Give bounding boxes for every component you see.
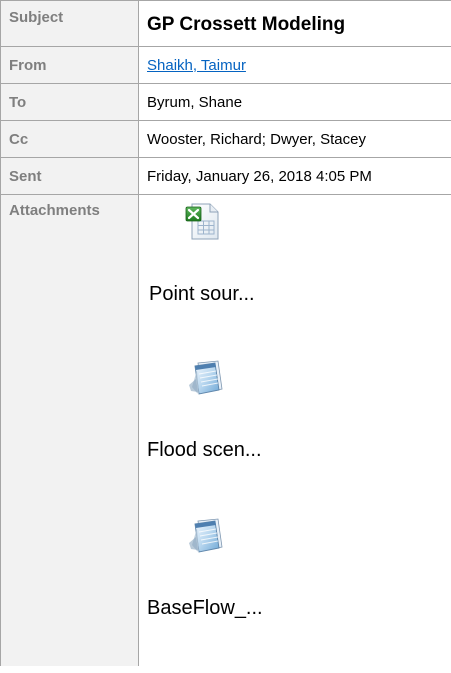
attachment-list: Point sour... Flood scen... BaseFlow_... xyxy=(140,196,451,666)
excel-file-icon[interactable] xyxy=(183,201,223,241)
attachments-row: Attachments Point sour... Flood scen... … xyxy=(0,194,451,673)
notepad-file-icon[interactable] xyxy=(185,357,225,397)
sent-row: Sent Friday, January 26, 2018 4:05 PM xyxy=(0,157,451,195)
cc-row: Cc Wooster, Richard; Dwyer, Stacey xyxy=(0,120,451,158)
email-header-table: Subject GP Crossett Modeling From Shaikh… xyxy=(0,0,451,673)
sent-value: Friday, January 26, 2018 4:05 PM xyxy=(138,157,451,195)
attachments-label: Attachments xyxy=(0,194,139,673)
to-value: Byrum, Shane xyxy=(138,83,451,121)
to-label: To xyxy=(0,83,139,121)
from-value: Shaikh, Taimur xyxy=(138,46,451,84)
attachment-name[interactable]: BaseFlow_... xyxy=(147,597,263,620)
from-row: From Shaikh, Taimur xyxy=(0,46,451,84)
email-header-sheet: Subject GP Crossett Modeling From Shaikh… xyxy=(0,0,451,673)
sent-label: Sent xyxy=(0,157,139,195)
from-sender-link[interactable]: Shaikh, Taimur xyxy=(147,57,246,74)
attachment-name[interactable]: Flood scen... xyxy=(147,439,262,462)
notepad-file-icon[interactable] xyxy=(185,515,225,555)
subject-value: GP Crossett Modeling xyxy=(138,0,451,47)
cc-value: Wooster, Richard; Dwyer, Stacey xyxy=(138,120,451,158)
subject-label: Subject xyxy=(0,0,139,47)
attachments-cell: Point sour... Flood scen... BaseFlow_... xyxy=(138,194,451,673)
cc-label: Cc xyxy=(0,120,139,158)
from-label: From xyxy=(0,46,139,84)
attachment-name[interactable]: Point sour... xyxy=(149,283,255,306)
to-row: To Byrum, Shane xyxy=(0,83,451,121)
page-bottom-edge xyxy=(0,666,451,673)
subject-row: Subject GP Crossett Modeling xyxy=(0,0,451,47)
